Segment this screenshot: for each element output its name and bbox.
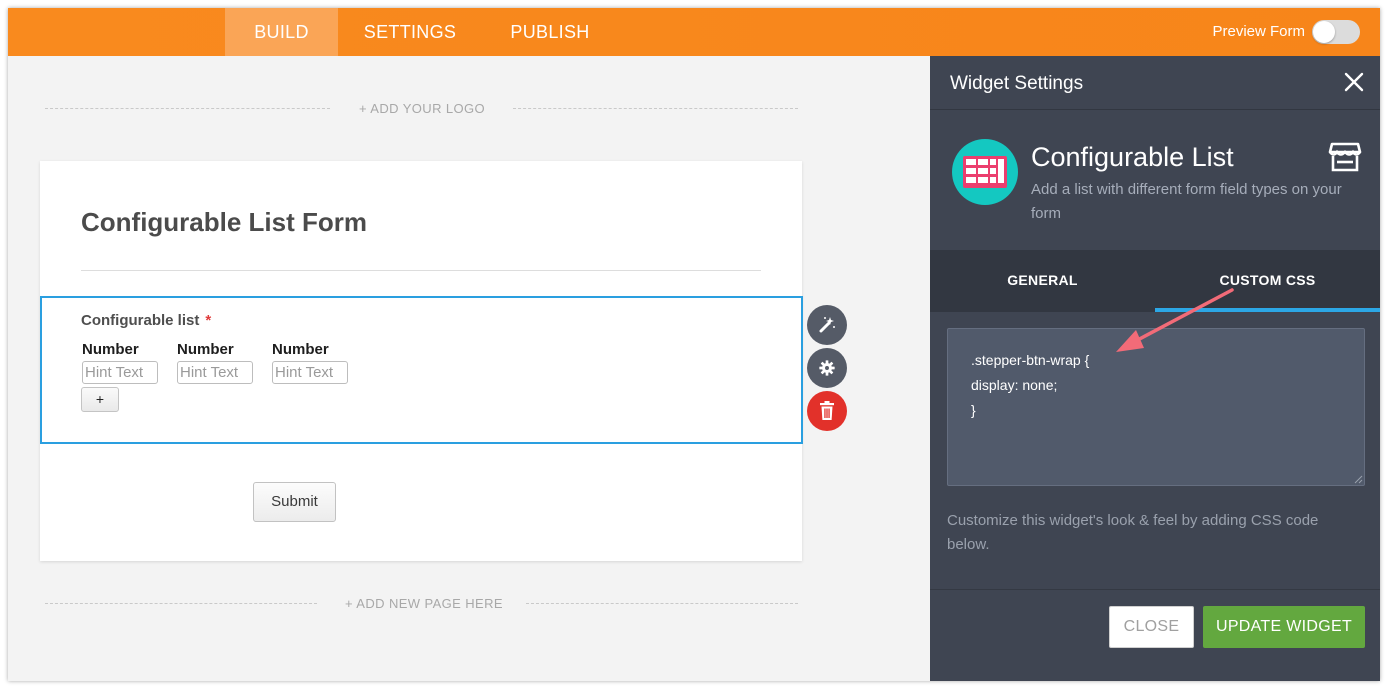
trash-icon — [820, 401, 834, 420]
tab-build[interactable]: BUILD — [225, 8, 338, 56]
form-builder-window: BUILD SETTINGS PUBLISH Preview Form + AD… — [8, 8, 1380, 681]
preview-form-label: Preview Form — [1212, 23, 1305, 40]
column-header-1: Number — [82, 341, 139, 358]
close-icon[interactable] — [1342, 70, 1366, 94]
add-row-button[interactable]: + — [81, 387, 119, 412]
preview-form-toggle[interactable] — [1312, 20, 1360, 44]
wand-button[interactable] — [807, 305, 847, 345]
update-widget-button[interactable]: UPDATE WIDGET — [1203, 606, 1365, 648]
gear-icon — [819, 360, 835, 376]
panel-footer-divider — [930, 589, 1380, 590]
column-header-3: Number — [272, 341, 329, 358]
configurable-list-field[interactable]: Configurable list * Number Number Number … — [40, 296, 803, 444]
list-table-icon — [963, 156, 1007, 188]
tab-settings[interactable]: SETTINGS — [348, 8, 472, 56]
required-asterisk: * — [205, 312, 212, 329]
logo-divider-left — [45, 108, 330, 109]
delete-button[interactable] — [807, 391, 847, 431]
resize-grip-icon[interactable] — [1354, 475, 1363, 484]
field-label-text: Configurable list — [81, 312, 200, 329]
logo-divider-right — [513, 108, 798, 109]
title-divider — [81, 270, 761, 271]
page-divider-right — [526, 603, 798, 604]
close-button[interactable]: CLOSE — [1109, 606, 1194, 648]
toggle-knob — [1313, 21, 1335, 43]
settings-button[interactable] — [807, 348, 847, 388]
add-logo-link[interactable]: + ADD YOUR LOGO — [359, 101, 485, 116]
wand-icon — [819, 317, 835, 333]
column-header-2: Number — [177, 341, 234, 358]
page-divider-left — [45, 603, 317, 604]
custom-css-help-text: Customize this widget's look & feel by a… — [947, 512, 1319, 553]
submit-button[interactable]: Submit — [253, 482, 336, 522]
form-title[interactable]: Configurable List Form — [81, 207, 367, 238]
widget-name: Configurable List — [1031, 142, 1234, 172]
column-input-1[interactable] — [82, 361, 158, 384]
widget-settings-panel: Widget Settings Configurable List Add a … — [930, 56, 1380, 681]
annotation-arrow-icon — [1116, 288, 1234, 352]
form-card: Configurable List Form Configurable list… — [40, 161, 803, 561]
panel-title: Widget Settings — [950, 73, 1084, 94]
add-new-page-link[interactable]: + ADD NEW PAGE HERE — [345, 596, 503, 611]
top-navigation-bar: BUILD SETTINGS PUBLISH Preview Form — [8, 8, 1380, 56]
tab-publish[interactable]: PUBLISH — [492, 8, 608, 56]
panel-header: Widget Settings — [930, 56, 1380, 110]
widget-description: Add a list with different form field typ… — [1031, 181, 1342, 222]
store-icon[interactable] — [1328, 140, 1362, 174]
field-label: Configurable list * — [81, 312, 211, 329]
column-input-3[interactable] — [272, 361, 348, 384]
column-input-2[interactable] — [177, 361, 253, 384]
configurable-list-widget-icon — [952, 139, 1018, 205]
